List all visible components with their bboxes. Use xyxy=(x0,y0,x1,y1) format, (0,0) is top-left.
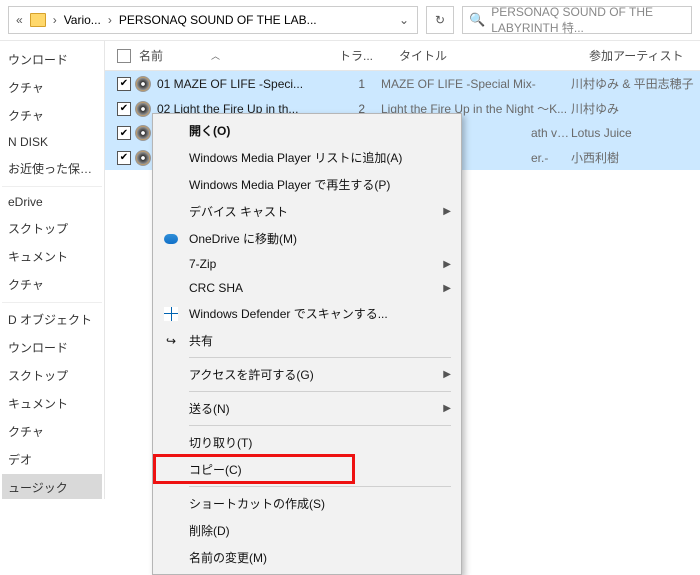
menu-divider xyxy=(189,425,451,426)
search-icon: 🔍 xyxy=(469,12,485,28)
menu-wmp-play[interactable]: Windows Media Player で再生する(P) xyxy=(155,171,459,198)
sidebar-item[interactable]: D オブジェクト xyxy=(2,302,102,333)
chevron-down-icon[interactable]: ⌄ xyxy=(395,13,413,27)
audio-file-icon xyxy=(135,150,151,166)
menu-copy[interactable]: コピー(C) xyxy=(155,456,459,483)
sidebar-item[interactable]: スクトップ xyxy=(2,362,102,389)
address-bar: « › Vario... › PERSONAQ SOUND OF THE LAB… xyxy=(0,0,700,41)
sidebar-item[interactable]: eDrive xyxy=(2,186,102,214)
menu-divider xyxy=(189,391,451,392)
menu-create-shortcut[interactable]: ショートカットの作成(S) xyxy=(155,490,459,517)
row-checkbox[interactable]: ✔ xyxy=(117,126,131,140)
search-placeholder: PERSONAQ SOUND OF THE LABYRINTH 特... xyxy=(491,5,685,36)
sidebar-item[interactable]: クチャ xyxy=(2,74,102,101)
menu-open[interactable]: 開く(O) xyxy=(155,117,459,144)
menu-share[interactable]: ↪共有 xyxy=(155,327,459,354)
sidebar-item[interactable]: キュメント xyxy=(2,390,102,417)
audio-file-icon xyxy=(135,125,151,141)
sidebar-item[interactable]: スクトップ xyxy=(2,215,102,242)
column-headers: 名前 ︿ トラ... タイトル 参加アーティスト xyxy=(105,41,700,71)
chevron-right-icon: › xyxy=(50,13,60,27)
menu-wmp-add[interactable]: Windows Media Player リストに追加(A) xyxy=(155,144,459,171)
menu-onedrive[interactable]: OneDrive に移動(M) xyxy=(155,225,459,252)
sidebar-item[interactable]: ウンロード xyxy=(2,334,102,361)
breadcrumb[interactable]: « › Vario... › PERSONAQ SOUND OF THE LAB… xyxy=(8,6,418,34)
row-checkbox[interactable]: ✔ xyxy=(117,102,131,116)
menu-crc-sha[interactable]: CRC SHA▶ xyxy=(155,276,459,300)
chevron-right-icon: ▶ xyxy=(443,259,451,270)
sidebar: ウンロード クチャ クチャ N DISK お近使った保存先 eDrive スクト… xyxy=(0,41,105,499)
row-checkbox[interactable]: ✔ xyxy=(117,151,131,165)
chevron-right-icon: ▶ xyxy=(443,403,451,414)
folder-icon xyxy=(30,13,46,27)
col-name[interactable]: 名前 xyxy=(139,47,163,64)
track-number: 1 xyxy=(337,77,381,91)
title-cell: MAZE OF LIFE -Special Mix- xyxy=(381,77,571,91)
sidebar-item[interactable]: クチャ xyxy=(2,271,102,298)
artist-cell: 小西利樹 xyxy=(571,149,700,166)
sidebar-item[interactable]: クチャ xyxy=(2,418,102,445)
table-row[interactable]: ✔ 01 MAZE OF LIFE -Speci... 1 MAZE OF LI… xyxy=(105,71,700,96)
refresh-button[interactable]: ↻ xyxy=(426,6,454,34)
menu-device-cast[interactable]: デバイス キャスト▶ xyxy=(155,198,459,225)
audio-file-icon xyxy=(135,76,151,92)
sidebar-item[interactable]: N DISK xyxy=(2,130,102,154)
artist-cell: Lotus Juice xyxy=(571,126,700,140)
sidebar-item[interactable]: ウンロード xyxy=(2,46,102,73)
search-input[interactable]: 🔍 PERSONAQ SOUND OF THE LABYRINTH 特... xyxy=(462,6,692,34)
col-title[interactable]: タイトル xyxy=(399,47,589,64)
crumb-current[interactable]: PERSONAQ SOUND OF THE LAB... xyxy=(115,11,321,29)
menu-divider xyxy=(189,486,451,487)
chevron-right-icon: ▶ xyxy=(443,369,451,380)
file-list: 名前 ︿ トラ... タイトル 参加アーティスト ✔ 01 MAZE OF LIF… xyxy=(105,41,700,499)
onedrive-icon xyxy=(163,231,179,247)
menu-rename[interactable]: 名前の変更(M) xyxy=(155,544,459,571)
select-all-checkbox[interactable] xyxy=(117,49,131,63)
col-artist[interactable]: 参加アーティスト xyxy=(589,47,700,64)
sort-indicator-icon: ︿ xyxy=(211,49,220,62)
menu-grant-access[interactable]: アクセスを許可する(G)▶ xyxy=(155,361,459,388)
context-menu: 開く(O) Windows Media Player リストに追加(A) Win… xyxy=(152,113,462,575)
menu-cut[interactable]: 切り取り(T) xyxy=(155,429,459,456)
chevron-right-icon: ▶ xyxy=(443,206,451,217)
sidebar-item[interactable]: デオ xyxy=(2,446,102,473)
sidebar-item-selected[interactable]: ュージック xyxy=(2,474,102,499)
chevron-right-icon: ▶ xyxy=(443,283,451,294)
sidebar-item[interactable]: キュメント xyxy=(2,243,102,270)
crumb-parent[interactable]: Vario... xyxy=(60,11,105,29)
col-track[interactable]: トラ... xyxy=(339,47,399,64)
chevron-left-icon: « xyxy=(13,13,26,27)
menu-defender[interactable]: Windows Defender でスキャンする... xyxy=(155,300,459,327)
share-icon: ↪ xyxy=(163,333,179,349)
artist-cell: 川村ゆみ & 平田志穂子 xyxy=(571,75,700,92)
file-name: 01 MAZE OF LIFE -Speci... xyxy=(157,77,337,91)
menu-delete[interactable]: 削除(D) xyxy=(155,517,459,544)
chevron-right-icon: › xyxy=(105,13,115,27)
sidebar-item[interactable]: クチャ xyxy=(2,102,102,129)
defender-icon xyxy=(163,306,179,322)
sidebar-item[interactable]: お近使った保存先 xyxy=(2,155,102,182)
menu-7zip[interactable]: 7-Zip▶ xyxy=(155,252,459,276)
row-checkbox[interactable]: ✔ xyxy=(117,77,131,91)
menu-send-to[interactable]: 送る(N)▶ xyxy=(155,395,459,422)
audio-file-icon xyxy=(135,101,151,117)
menu-divider xyxy=(189,357,451,358)
artist-cell: 川村ゆみ xyxy=(571,100,700,117)
